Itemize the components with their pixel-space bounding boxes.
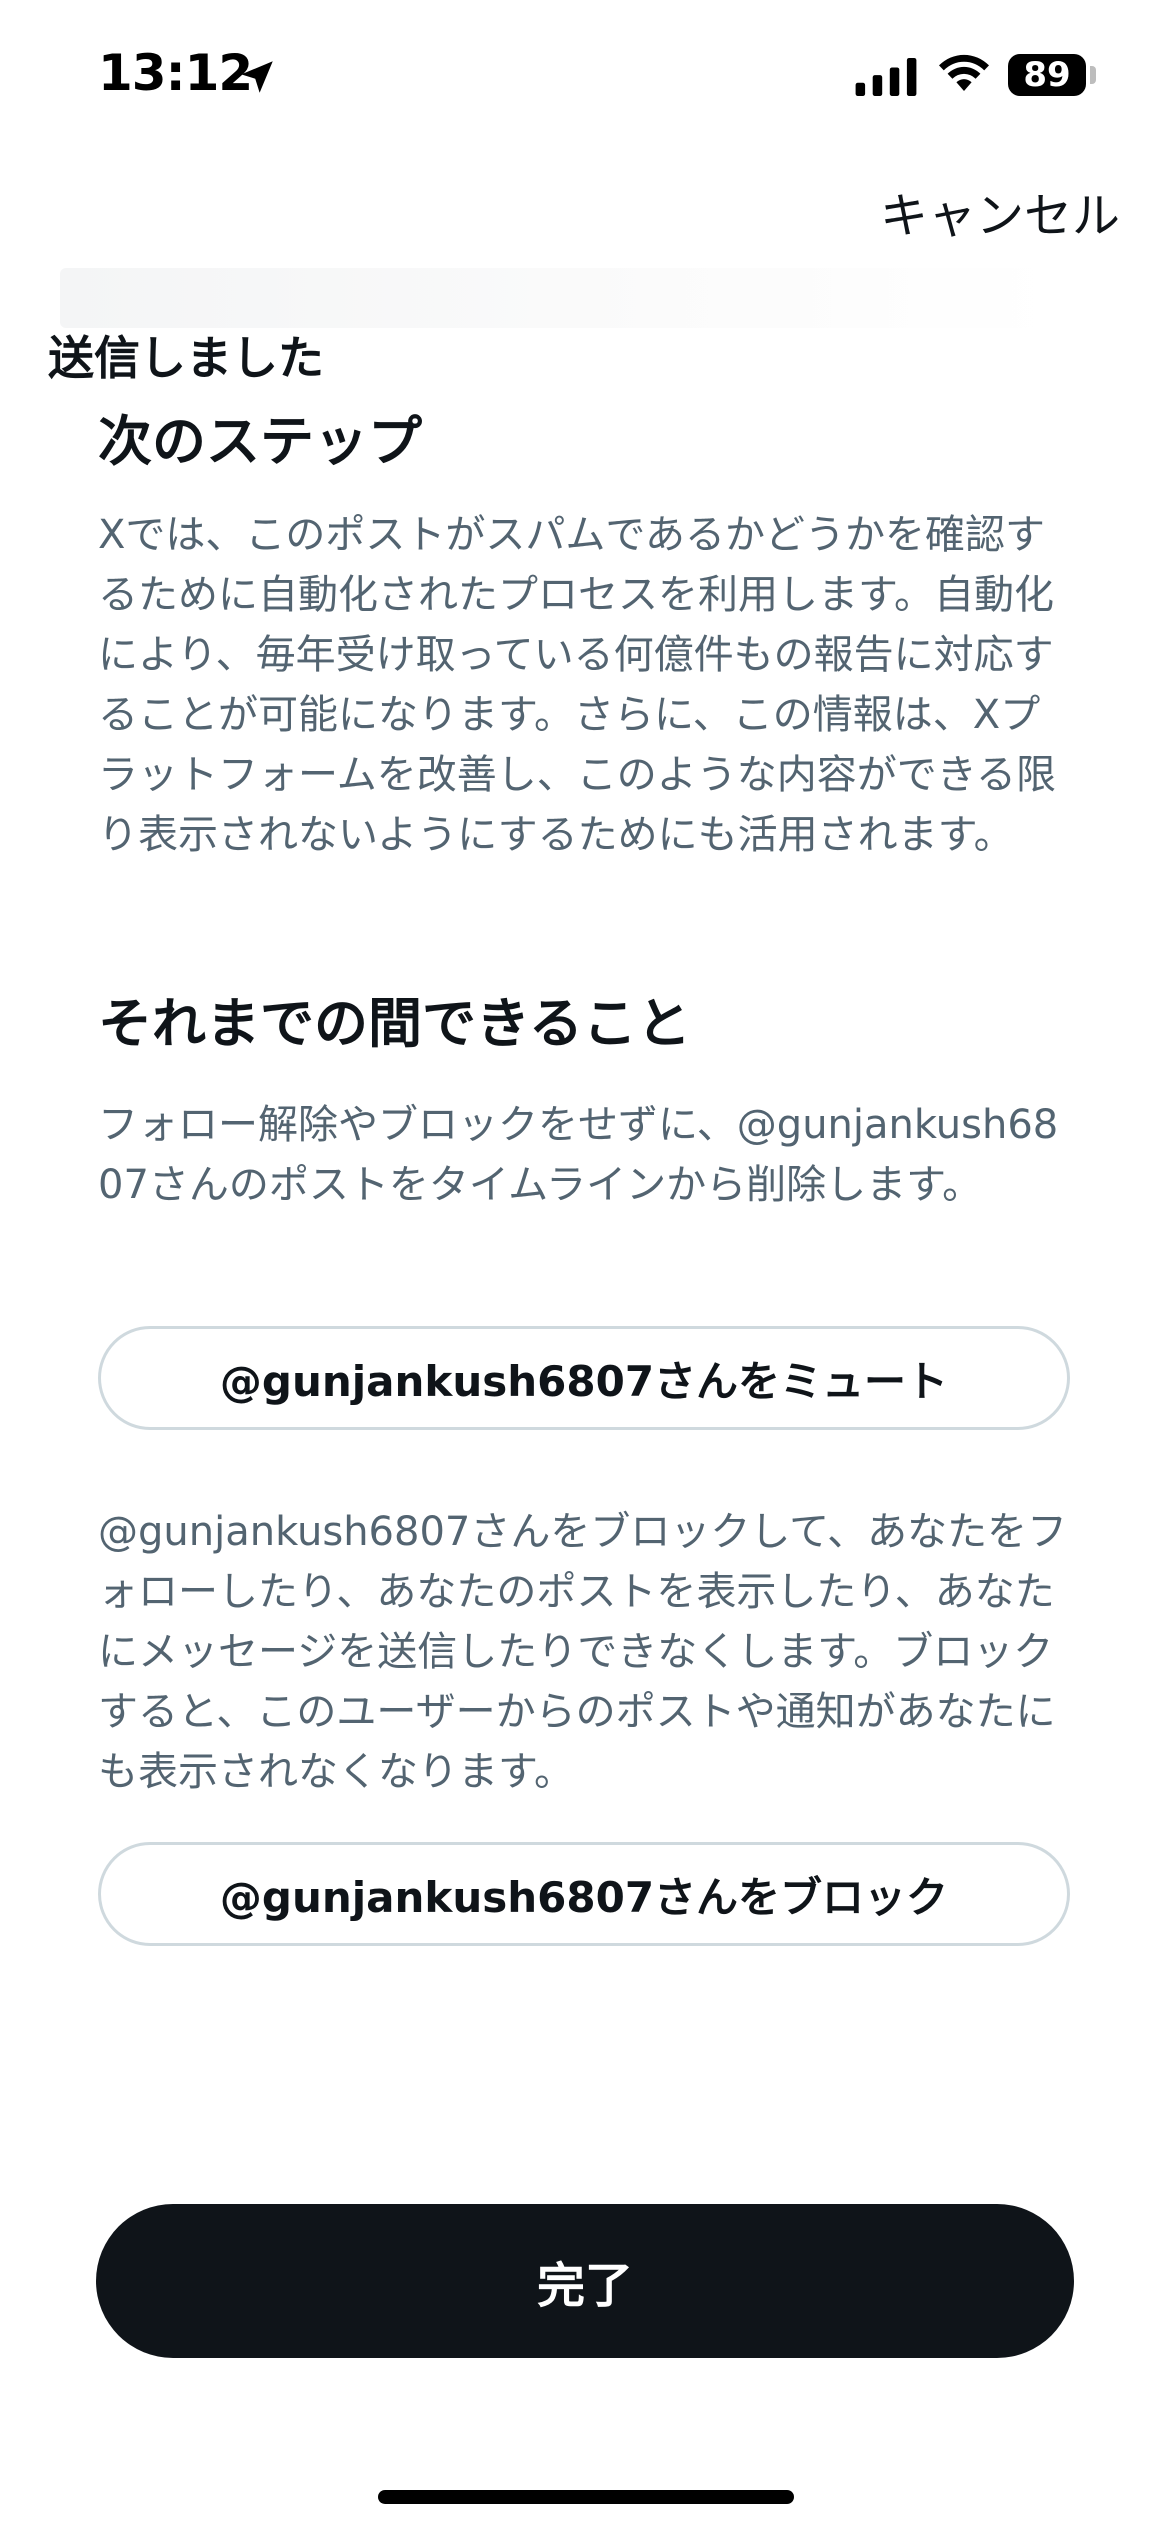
meanwhile-section: それまでの間できること フォロー解除やブロックをせずに、@gunjankush6… xyxy=(98,992,1074,1215)
background-ghost xyxy=(60,268,1060,328)
home-indicator xyxy=(378,2490,794,2504)
battery-icon: 89 xyxy=(1008,54,1086,96)
done-button[interactable]: 完了 xyxy=(96,2204,1074,2358)
block-section: @gunjankush6807さんをブロックして、あなたをフォローしたり、あなた… xyxy=(98,1502,1074,1802)
wifi-icon xyxy=(939,54,989,91)
block-description: @gunjankush6807さんをブロックして、あなたをフォローしたり、あなた… xyxy=(98,1509,1068,1795)
cancel-button[interactable]: キャンセル xyxy=(880,176,1120,246)
location-arrow-icon xyxy=(241,61,273,93)
status-bar: 13:12 89 xyxy=(0,0,1170,150)
battery-nub xyxy=(1090,66,1096,84)
next-steps-section: 次のステップ Xでは、このポストがスパムであるかどうかを確認するために自動化され… xyxy=(98,410,1074,865)
status-time: 13:12 xyxy=(98,44,253,102)
cellular-signal-icon xyxy=(855,58,917,96)
meanwhile-heading: それまでの間できること xyxy=(98,992,691,1055)
block-user-button[interactable]: @gunjankush6807さんをブロック xyxy=(98,1842,1070,1946)
mute-description: フォロー解除やブロックをせずに、@gunjankush6807さんのポストをタイ… xyxy=(98,1101,1059,1208)
mute-user-button[interactable]: @gunjankush6807さんをミュート xyxy=(98,1326,1070,1430)
sent-confirmation-label: 送信しました xyxy=(48,331,324,385)
next-steps-body: Xでは、このポストがスパムであるかどうかを確認するために自動化されたプロセスを利… xyxy=(98,511,1056,858)
next-steps-heading: 次のステップ xyxy=(98,410,422,473)
